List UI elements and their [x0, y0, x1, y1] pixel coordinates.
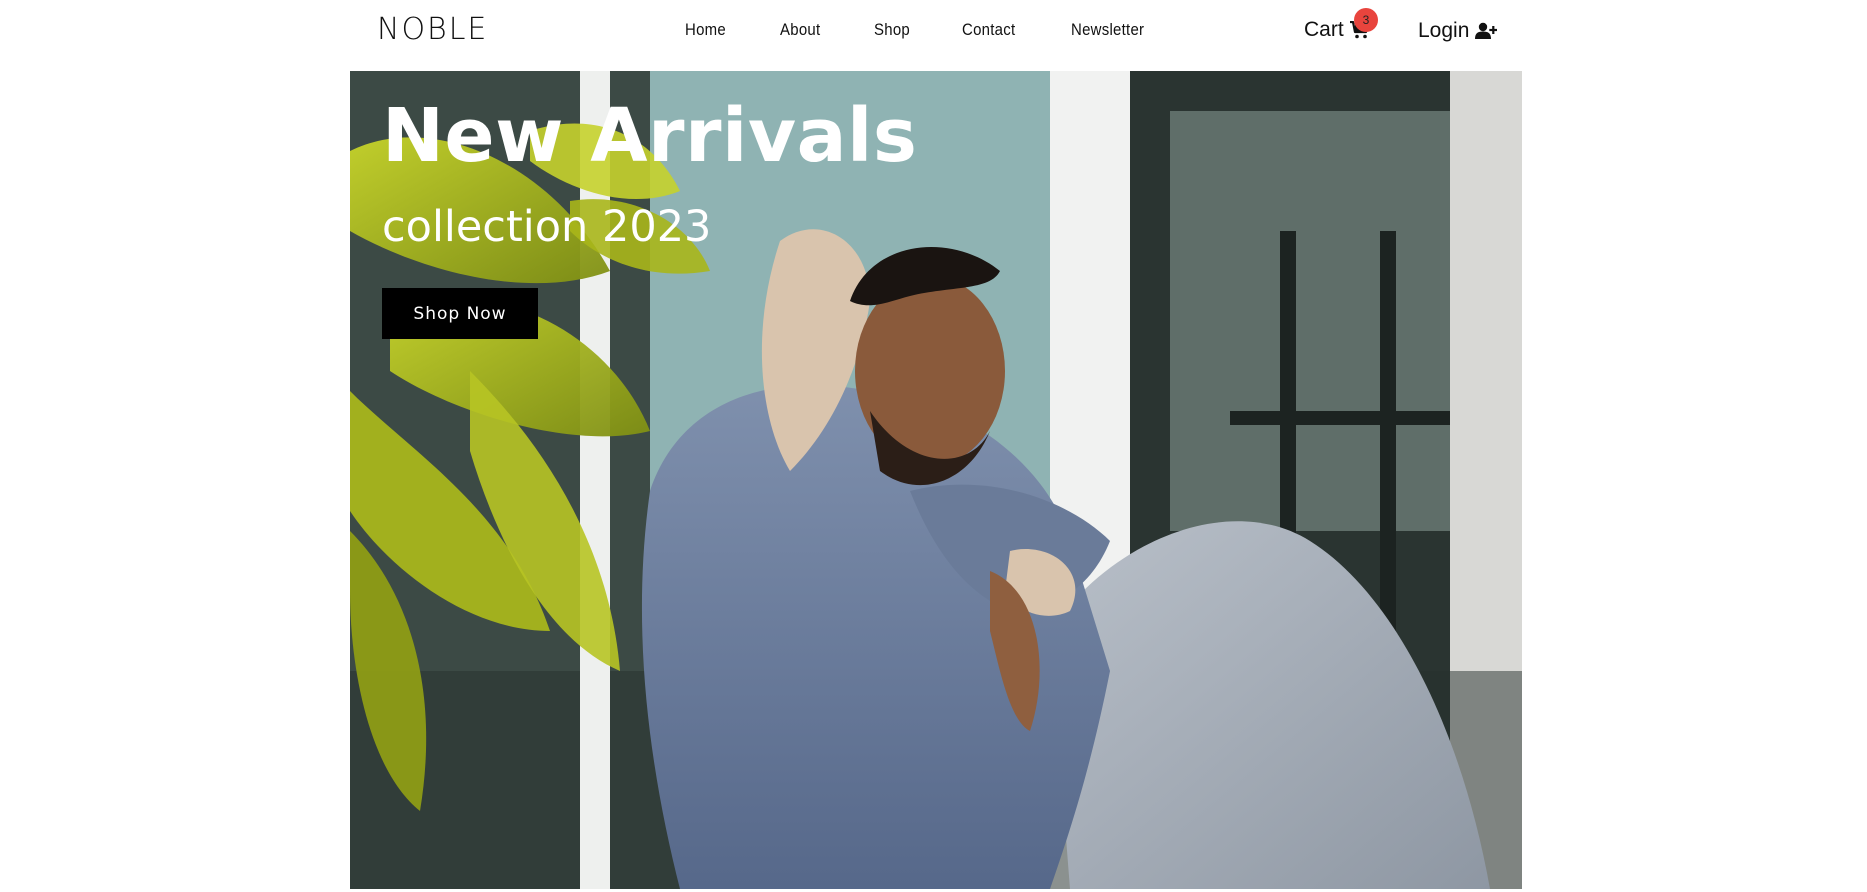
main-nav: Home About Shop Contact Newsletter [685, 20, 1202, 40]
cart-label: Cart [1304, 18, 1344, 41]
cart-count-badge: 3 [1354, 8, 1378, 32]
logo[interactable]: NOBLE [377, 12, 488, 47]
hero-banner: New Arrivals collection 2023 Shop Now [350, 71, 1522, 889]
nav-contact[interactable]: Contact [962, 20, 1015, 40]
nav-newsletter[interactable]: Newsletter [1071, 20, 1144, 40]
nav-about[interactable]: About [780, 20, 820, 40]
hero-photo [350, 71, 1522, 889]
hero-title: New Arrivals [382, 93, 918, 179]
cart-button[interactable]: Cart 3 [1304, 8, 1378, 42]
navbar: NOBLE Home About Shop Contact Newsletter… [0, 0, 1867, 71]
login-button[interactable]: Login [1418, 19, 1498, 43]
user-plus-icon [1475, 22, 1498, 40]
nav-shop[interactable]: Shop [874, 20, 910, 40]
shop-now-button[interactable]: Shop Now [382, 288, 538, 339]
hero-subtitle: collection 2023 [382, 202, 712, 252]
nav-home[interactable]: Home [685, 20, 726, 40]
login-label: Login [1418, 19, 1470, 42]
